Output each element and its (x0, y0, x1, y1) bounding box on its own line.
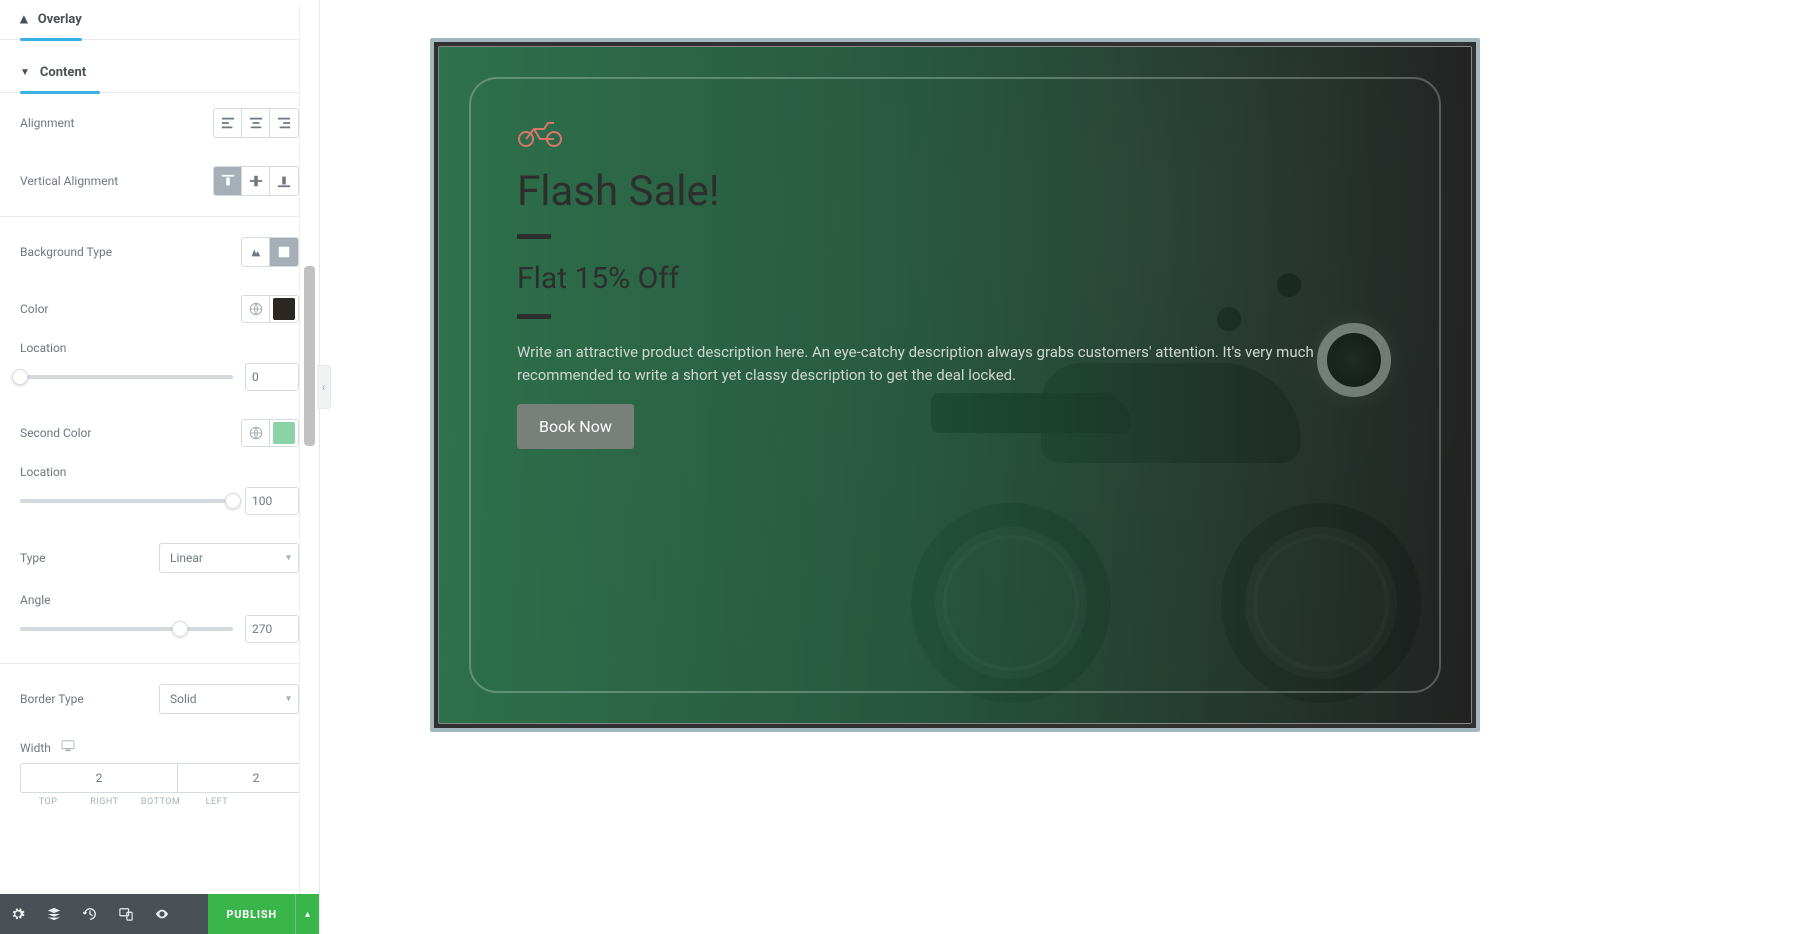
label-left: LEFT (189, 797, 245, 807)
align-center-button[interactable] (242, 109, 270, 137)
border-type-select[interactable]: Solid (159, 684, 299, 714)
color-swatch[interactable] (273, 298, 295, 320)
alignment-buttons (213, 108, 299, 138)
valign-bottom-button[interactable] (270, 167, 298, 195)
border-type-row: Border Type Solid (20, 670, 299, 728)
location1-input[interactable] (245, 363, 299, 391)
hero-subtitle: Flat 15% Off (517, 261, 1393, 296)
divider (0, 216, 319, 217)
content-card: Flash Sale! Flat 15% Off Write an attrac… (469, 77, 1441, 693)
widget-frame[interactable]: Flash Sale! Flat 15% Off Write an attrac… (430, 38, 1480, 732)
angle-slider-row (20, 607, 299, 657)
overlay-underline (20, 38, 82, 41)
valign-label: Vertical Alignment (20, 174, 118, 188)
section-overlay-header[interactable]: ▶ Overlay (0, 0, 319, 40)
caret-down-icon: ▼ (20, 67, 30, 78)
sidebar-scrollbar[interactable] (299, 6, 319, 894)
valign-buttons (213, 166, 299, 196)
bgtype-label: Background Type (20, 245, 112, 259)
bgtype-row: Background Type (20, 223, 299, 281)
label-bottom: BOTTOM (133, 797, 189, 807)
width-right-input[interactable] (177, 763, 319, 793)
width-label: Width (20, 741, 51, 755)
type-label: Type (20, 551, 46, 565)
location2-label: Location (20, 461, 299, 479)
responsive-button[interactable] (108, 894, 144, 934)
section-content-title: Content (40, 65, 86, 80)
location1-slider-row (20, 355, 299, 405)
second-color-group (241, 419, 299, 447)
bgtype-gradient-button[interactable] (270, 238, 298, 266)
angle-label: Angle (20, 587, 299, 607)
subtitle-separator (517, 314, 551, 319)
motorcycle-icon (517, 119, 1393, 151)
valign-top-button[interactable] (214, 167, 242, 195)
preview-button[interactable] (144, 894, 180, 934)
angle-input[interactable] (245, 615, 299, 643)
width-top-input[interactable] (20, 763, 177, 793)
color-swatch-group (241, 295, 299, 323)
history-button[interactable] (72, 894, 108, 934)
align-left-button[interactable] (214, 109, 242, 137)
second-color-row: Second Color (20, 405, 299, 461)
bgtype-classic-button[interactable] (242, 238, 270, 266)
alignment-row: Alignment (20, 94, 299, 152)
section-content-header[interactable]: ▼ Content (0, 53, 319, 93)
bottom-bar: PUBLISH ▴ (0, 894, 319, 934)
section-overlay-title: Overlay (38, 12, 82, 27)
publish-dropdown-button[interactable]: ▴ (295, 894, 319, 934)
section-content-body: Alignment Vertical Alignment Background … (0, 94, 319, 807)
widget-frame-inner: Flash Sale! Flat 15% Off Write an attrac… (438, 46, 1472, 724)
editor-sidebar: ▶ Overlay ▼ Content Alignment Vertical A… (0, 0, 320, 934)
location2-input[interactable] (245, 487, 299, 515)
globe-icon[interactable] (242, 420, 270, 446)
color-label: Color (20, 302, 48, 316)
type-row: Type Linear (20, 529, 299, 587)
location2-slider-row (20, 479, 299, 529)
caret-right-icon: ▶ (18, 16, 29, 24)
hero-title: Flash Sale! (517, 167, 1393, 216)
location2-slider[interactable] (20, 499, 233, 503)
desktop-icon[interactable] (61, 740, 75, 755)
label-right: RIGHT (76, 797, 132, 807)
preview-canvas: Flash Sale! Flat 15% Off Write an attrac… (320, 0, 1803, 934)
angle-slider[interactable] (20, 627, 233, 631)
location1-slider[interactable] (20, 375, 233, 379)
navigator-button[interactable] (36, 894, 72, 934)
bgtype-buttons (241, 237, 299, 267)
publish-button[interactable]: PUBLISH (208, 894, 295, 934)
width-side-labels: TOP RIGHT BOTTOM LEFT (20, 797, 299, 807)
settings-button[interactable] (0, 894, 36, 934)
color-row: Color (20, 281, 299, 337)
border-type-label: Border Type (20, 692, 84, 706)
label-top: TOP (20, 797, 76, 807)
valign-middle-button[interactable] (242, 167, 270, 195)
cta-button[interactable]: Book Now (517, 404, 634, 449)
alignment-label: Alignment (20, 116, 74, 130)
width-label-row: Width (20, 728, 299, 755)
globe-icon[interactable] (242, 296, 270, 322)
divider (0, 663, 319, 664)
width-linked-inputs (20, 763, 299, 793)
title-separator (517, 234, 551, 239)
panel-content: ▶ Overlay ▼ Content Alignment Vertical A… (0, 0, 319, 934)
second-color-swatch[interactable] (273, 422, 295, 444)
second-color-label: Second Color (20, 426, 91, 440)
align-right-button[interactable] (270, 109, 298, 137)
collapse-sidebar-button[interactable]: ‹ (317, 365, 331, 409)
valign-row: Vertical Alignment (20, 152, 299, 210)
hero-description: Write an attractive product description … (517, 341, 1357, 388)
type-select[interactable]: Linear (159, 543, 299, 573)
location1-label: Location (20, 337, 299, 355)
